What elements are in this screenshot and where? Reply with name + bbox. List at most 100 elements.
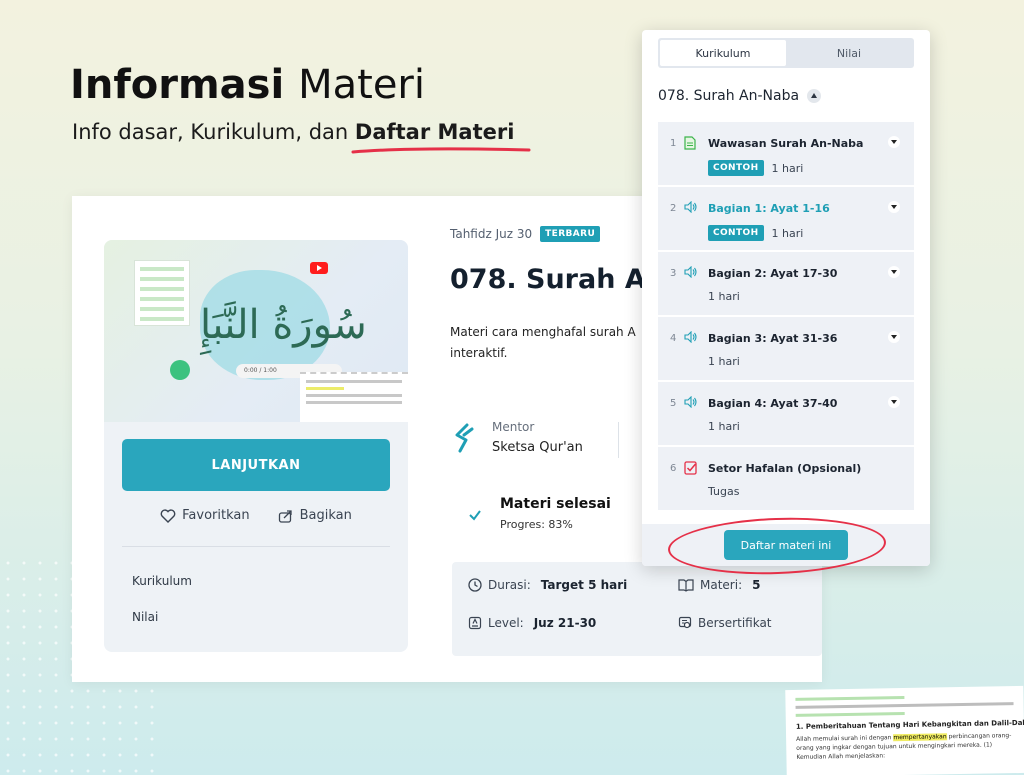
lesson-number: 2	[670, 203, 677, 214]
lesson-number: 1	[670, 138, 677, 149]
chevron-down-icon[interactable]	[888, 331, 900, 343]
hero-subtitle-strong: Daftar Materi	[351, 120, 531, 154]
heart-icon	[160, 508, 176, 523]
share-button[interactable]: Bagikan	[278, 508, 352, 523]
audio-icon	[684, 201, 697, 213]
hero-subtitle: Info dasar, Kurikulum, dan Daftar Materi	[72, 120, 531, 154]
hero-title-bold: Informasi	[70, 62, 285, 108]
hero-subtitle-plain: Info dasar, Kurikulum, dan	[72, 120, 349, 144]
lesson-title: Wawasan Surah An-Naba	[708, 137, 864, 150]
task-check-icon	[684, 461, 697, 475]
lesson-number: 3	[670, 268, 677, 279]
left-panel-divider	[122, 546, 390, 547]
chevron-down-icon[interactable]	[888, 266, 900, 278]
lesson-item[interactable]: 5 Bagian 4: Ayat 37-40 1 hari	[658, 382, 914, 447]
audio-icon	[684, 331, 697, 343]
lesson-item[interactable]: 1 Wawasan Surah An-Naba CONTOH 1 hari	[658, 122, 914, 187]
info-level-value: Juz 21-30	[533, 616, 597, 630]
progress-title: Materi selesai	[500, 496, 611, 512]
curriculum-tabs: Kurikulum Nilai	[658, 38, 914, 68]
mentor-block: Mentor Sketsa Qur'an	[452, 420, 583, 455]
hero-title-light: Materi	[298, 62, 425, 108]
document-icon	[684, 136, 696, 150]
level-icon	[468, 616, 482, 630]
certificate-icon	[678, 616, 692, 629]
tab-grade[interactable]: Nilai	[786, 40, 912, 66]
lesson-item[interactable]: 6 Setor Hafalan (Opsional) Tugas	[658, 447, 914, 512]
chevron-down-icon[interactable]	[888, 136, 900, 148]
lesson-duration: 1 hari	[708, 355, 740, 368]
course-actions: Favoritkan Bagikan	[104, 508, 408, 523]
lesson-type: Tugas	[708, 485, 740, 498]
thumbnail-arabic-calligraphy: سُورَةُ النَّبَإِ	[200, 302, 367, 348]
info-materi: Materi: 5	[678, 578, 760, 592]
lesson-meta: 1 hari	[708, 290, 740, 303]
curriculum-panel: Kurikulum Nilai 078. Surah An-Naba 1 Waw…	[642, 30, 930, 566]
thumbnail-paper	[300, 372, 408, 422]
chevron-down-icon[interactable]	[888, 201, 900, 213]
hero-title: Informasi Materi	[70, 62, 425, 108]
collapse-icon[interactable]	[807, 89, 822, 103]
course-title: 078. Surah A	[450, 264, 646, 295]
book-icon	[678, 579, 694, 592]
course-description: Materi cara menghafal surah A interaktif…	[450, 325, 636, 360]
info-certificate-label: Bersertifikat	[698, 616, 772, 630]
clock-icon	[468, 578, 482, 592]
lesson-meta: Tugas	[708, 485, 739, 498]
lesson-item[interactable]: 2 Bagian 1: Ayat 1-16 CONTOH 1 hari	[658, 187, 914, 252]
lesson-meta: CONTOH 1 hari	[708, 160, 803, 176]
share-icon	[278, 509, 292, 523]
left-link-curriculum[interactable]: Kurikulum	[132, 574, 192, 588]
info-level-label: Level:	[488, 616, 524, 630]
course-info-grid: Durasi: Target 5 hari Materi: 5 Level: J…	[452, 562, 822, 656]
thumbnail-mini-list	[134, 260, 190, 326]
check-icon	[469, 510, 481, 521]
lesson-title: Bagian 3: Ayat 31-36	[708, 332, 838, 345]
hero-subtitle-strong-text: Daftar Materi	[354, 120, 515, 144]
new-badge: TERBARU	[540, 226, 601, 242]
lesson-number: 5	[670, 398, 677, 409]
mentor-logo-icon	[455, 423, 474, 452]
mentor-divider	[618, 422, 619, 458]
document-snippet: 1. Pemberitahuan Tentang Hari Kebangkita…	[785, 685, 1024, 775]
chat-icon	[170, 360, 190, 380]
lesson-title: Bagian 1: Ayat 1-16	[708, 202, 830, 215]
course-left-panel: سُورَةُ النَّبَإِ 0:00 / 1:00 LANJUTKAN …	[104, 240, 408, 652]
chevron-down-icon[interactable]	[888, 396, 900, 408]
mentor-name[interactable]: Sketsa Qur'an	[492, 440, 583, 455]
progress-text: Progres: 83%	[500, 518, 573, 531]
info-materi-label: Materi:	[700, 578, 743, 592]
lesson-meta: 1 hari	[708, 420, 740, 433]
document-text-start: Allah memulai surah ini dengan	[796, 734, 892, 743]
red-underline	[351, 147, 531, 154]
favorite-label: Favoritkan	[182, 508, 250, 523]
document-heading: 1. Pemberitahuan Tentang Hari Kebangkita…	[795, 718, 1024, 731]
lesson-item[interactable]: 4 Bagian 3: Ayat 31-36 1 hari	[658, 317, 914, 382]
audio-icon	[684, 396, 697, 408]
lesson-number: 6	[670, 463, 677, 474]
course-thumbnail[interactable]: سُورَةُ النَّبَإِ 0:00 / 1:00	[104, 240, 408, 422]
lesson-title: Bagian 4: Ayat 37-40	[708, 397, 838, 410]
share-label: Bagikan	[299, 508, 352, 523]
mentor-label: Mentor	[492, 420, 535, 434]
course-category-text: Tahfidz Juz 30	[450, 227, 533, 241]
sample-badge: CONTOH	[708, 160, 764, 176]
lesson-duration: 1 hari	[708, 290, 740, 303]
course-category: Tahfidz Juz 30 TERBARU	[450, 226, 601, 242]
lesson-list: 1 Wawasan Surah An-Naba CONTOH 1 hari 2 …	[658, 122, 914, 512]
lesson-item[interactable]: 3 Bagian 2: Ayat 17-30 1 hari	[658, 252, 914, 317]
info-duration-label: Durasi:	[488, 578, 531, 592]
lesson-meta: 1 hari	[708, 355, 740, 368]
info-duration-value: Target 5 hari	[540, 578, 628, 592]
youtube-icon	[310, 262, 328, 274]
info-materi-value: 5	[752, 578, 761, 592]
favorite-button[interactable]: Favoritkan	[160, 508, 250, 523]
info-duration: Durasi: Target 5 hari	[468, 578, 627, 592]
left-link-grade[interactable]: Nilai	[132, 610, 158, 624]
sample-badge: CONTOH	[708, 225, 764, 241]
continue-button[interactable]: LANJUTKAN	[122, 439, 390, 491]
audio-icon	[684, 266, 697, 278]
section-header[interactable]: 078. Surah An-Naba	[658, 88, 822, 104]
lesson-title: Setor Hafalan (Opsional)	[708, 462, 862, 475]
tab-curriculum[interactable]: Kurikulum	[660, 40, 786, 66]
